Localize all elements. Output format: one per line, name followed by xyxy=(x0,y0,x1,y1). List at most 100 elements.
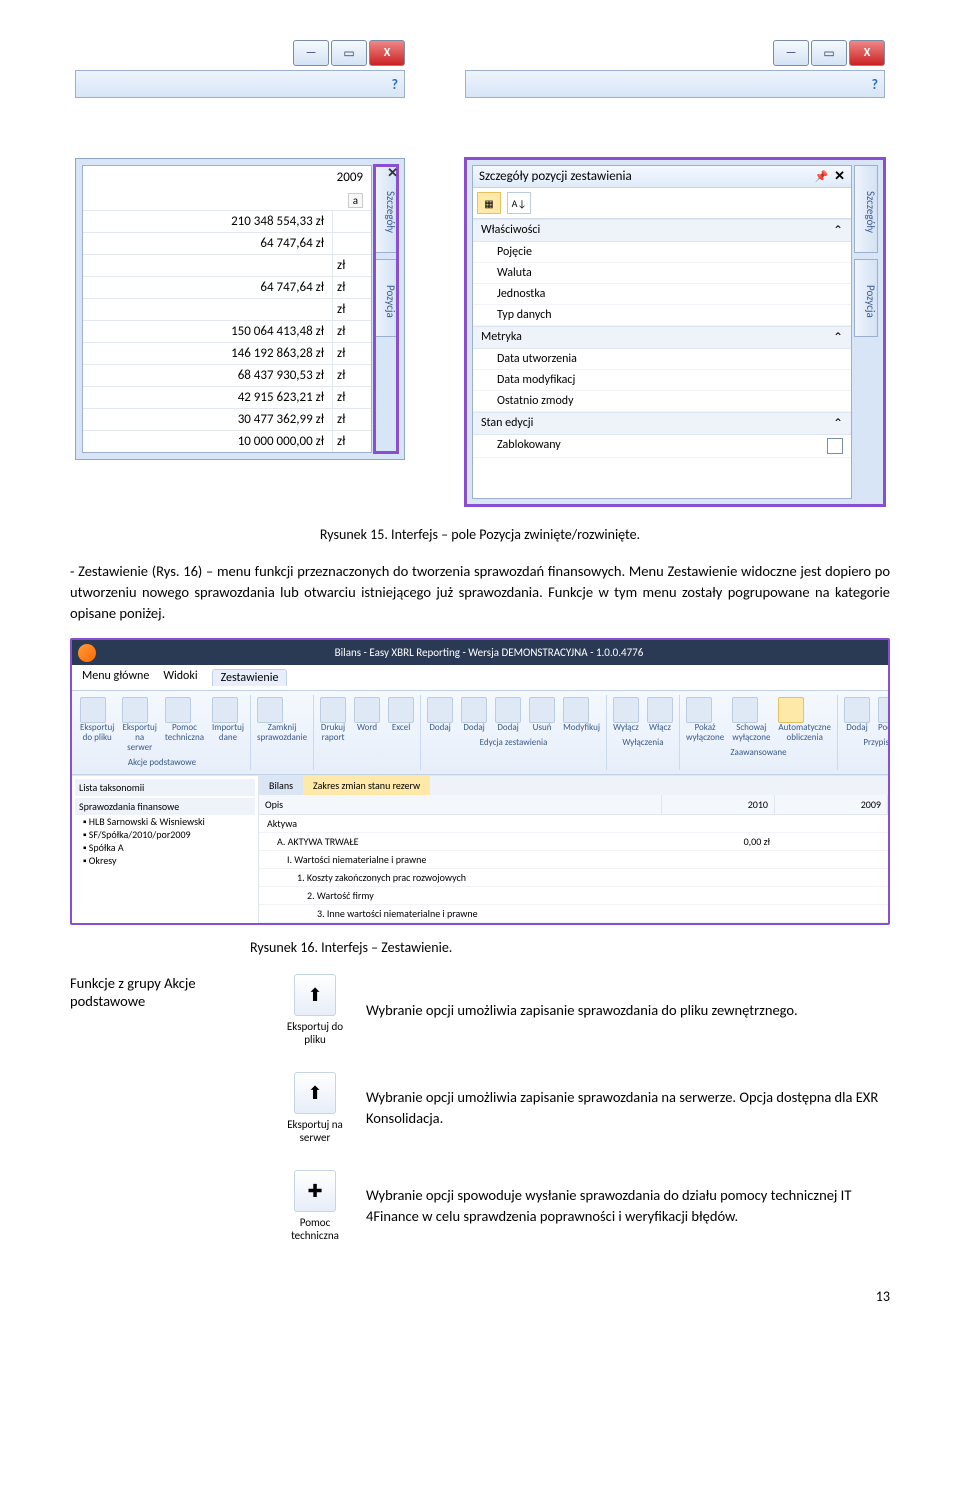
figure-caption-15: Rysunek 15. Interfejs – pole Pozycja zwi… xyxy=(70,526,890,543)
table-row: 10 000 000,00 złzł xyxy=(83,430,371,452)
function-icon[interactable]: ✚Pomoc techniczna xyxy=(280,1170,350,1242)
col-opis: Opis xyxy=(259,795,662,814)
maximize-icon[interactable]: ▭ xyxy=(331,40,367,66)
ribbon-button[interactable] xyxy=(647,697,673,723)
ribbon-button[interactable] xyxy=(778,697,804,723)
categorized-icon[interactable]: ▦ xyxy=(477,192,501,214)
grid-row[interactable]: Aktywa xyxy=(259,815,888,833)
property-item[interactable]: Data utworzenia xyxy=(473,349,851,370)
property-group[interactable]: Stan edycji⌃ xyxy=(473,412,851,435)
minimize-icon[interactable]: — xyxy=(773,40,809,66)
grid-row[interactable]: A. AKTYWA TRWAŁE0,00 zł xyxy=(259,833,888,851)
ribbon-button[interactable] xyxy=(122,697,148,723)
table-row: 42 915 623,21 złzł xyxy=(83,386,371,408)
property-group[interactable]: Metryka⌃ xyxy=(473,326,851,349)
tree-item[interactable]: ▪ Spółka A xyxy=(83,841,255,854)
side-taxonomy: Lista taksonomii Sprawozdania finansowe … xyxy=(72,776,259,923)
function-item: ✚Pomoc techniczna Wybranie opcji spowoduj… xyxy=(280,1170,890,1242)
table-row: zł xyxy=(83,254,371,276)
property-item[interactable]: Jednostka xyxy=(473,284,851,305)
pin-icon[interactable]: 📌 xyxy=(815,170,829,183)
ribbon-button[interactable] xyxy=(563,697,589,723)
property-item[interactable]: Pojęcie xyxy=(473,242,851,263)
grid-tab-bilans[interactable]: Bilans xyxy=(259,776,303,795)
property-item[interactable]: Ostatnio zmody xyxy=(473,391,851,412)
close-icon[interactable]: ✕ xyxy=(834,169,845,184)
help-icon[interactable]: ? xyxy=(392,76,399,93)
panel-close-icon[interactable]: ✕ xyxy=(387,165,398,181)
ribbon-button[interactable] xyxy=(320,697,346,723)
function-icon[interactable]: ⬆Eksportuj do pliku xyxy=(280,974,350,1046)
col-2010: 2010 xyxy=(662,795,775,814)
property-item[interactable]: Zablokowany xyxy=(473,435,851,458)
checkbox[interactable] xyxy=(827,438,843,454)
app-logo-icon[interactable] xyxy=(78,644,96,662)
close-icon[interactable]: X xyxy=(849,40,885,66)
ribbon-group: Zamknijsprawozdanie xyxy=(251,695,314,770)
grid-row[interactable]: 2. Wartość firmy xyxy=(259,887,888,905)
ribbon-button[interactable] xyxy=(165,697,191,723)
property-item[interactable]: Typ danych xyxy=(473,305,851,326)
table-row: 30 477 362,99 złzł xyxy=(83,408,371,430)
function-description: Wybranie opcji umożliwia zapisanie spraw… xyxy=(366,1000,890,1020)
ribbon-button[interactable] xyxy=(427,697,453,723)
side-tab-pozycja[interactable]: Pozycja xyxy=(374,259,398,337)
properties-title: Szczegóły pozycji zestawienia 📌 ✕ xyxy=(473,166,851,188)
maximize-icon[interactable]: ▭ xyxy=(811,40,847,66)
table-row: 150 064 413,48 złzł xyxy=(83,320,371,342)
ribbon-button[interactable] xyxy=(461,697,487,723)
function-item: ⬆Eksportuj na serwerWybranie opcji umożl… xyxy=(280,1072,890,1144)
ribbon-button[interactable] xyxy=(388,697,414,723)
ribbon-button[interactable] xyxy=(844,697,870,723)
tab-widoki[interactable]: Widoki xyxy=(163,669,197,686)
tree-item[interactable]: ▪ SF/Spółka/2010/por2009 xyxy=(83,828,255,841)
grid-row[interactable]: I. Wartości niematerialne i prawne xyxy=(259,851,888,869)
page-number: 13 xyxy=(70,1288,890,1305)
help-bar: ? xyxy=(75,70,405,98)
close-icon[interactable]: X xyxy=(369,40,405,66)
grid-tab-zakres[interactable]: Zakres zmian stanu rezerw xyxy=(303,776,430,795)
app-title: Bilans - Easy XBRL Reporting - Wersja DE… xyxy=(96,642,882,663)
ribbon-button[interactable] xyxy=(686,697,712,723)
ribbon-button[interactable] xyxy=(354,697,380,723)
screenshot-right: — ▭ X ? Szczegóły pozycji zestawienia 📌 … xyxy=(465,40,885,506)
property-item[interactable]: Waluta xyxy=(473,263,851,284)
ribbon-button[interactable] xyxy=(212,697,238,723)
properties-panel: Szczegóły pozycji zestawienia 📌 ✕ ▦ A↓ W… xyxy=(472,165,852,499)
screenshot-ribbon: Bilans - Easy XBRL Reporting - Wersja DE… xyxy=(70,638,890,925)
grid-row[interactable]: 3. Inne wartości niematerialne i prawne xyxy=(259,905,888,923)
screenshot-left: — ▭ X ? 2009 a 210 348 554,33 zł 64 747,6… xyxy=(75,40,405,506)
help-icon[interactable]: ? xyxy=(872,76,879,93)
ribbon-button[interactable] xyxy=(732,697,758,723)
sort-icon[interactable]: A↓ xyxy=(507,192,531,214)
ribbon-button[interactable] xyxy=(257,697,283,723)
tree-item[interactable]: ▪ HLB Sarnowski & Wisniewski xyxy=(83,815,255,828)
ribbon-group: Eksportujdo plikuEksportujna serwerPomoc… xyxy=(74,695,251,770)
side-tab-pozycja[interactable]: Pozycja xyxy=(854,259,878,337)
ribbon-button[interactable] xyxy=(529,697,555,723)
column-header: 2009 xyxy=(83,166,371,189)
ribbon-group: DodajDodajDodajUsuńModyfikujEdycja zesta… xyxy=(421,695,607,770)
property-item[interactable]: Data modyfikacj xyxy=(473,370,851,391)
col-2009: 2009 xyxy=(775,795,888,814)
function-item: ⬆Eksportuj do pliku Wybranie opcji umożli… xyxy=(280,974,890,1046)
tab-zestawienie[interactable]: Zestawienie xyxy=(212,669,288,686)
minimize-icon[interactable]: — xyxy=(293,40,329,66)
ribbon-button[interactable] xyxy=(878,697,888,723)
top-screenshots: — ▭ X ? 2009 a 210 348 554,33 zł 64 747,6… xyxy=(70,40,890,506)
function-icon[interactable]: ⬆Eksportuj na serwer xyxy=(280,1072,350,1144)
table-row: 64 747,64 złzł xyxy=(83,276,371,298)
ribbon-button[interactable] xyxy=(80,697,106,723)
badge-a: a xyxy=(83,189,371,210)
ribbon-button[interactable] xyxy=(495,697,521,723)
function-description: Wybranie opcji spowoduje wysłanie sprawo… xyxy=(366,1185,890,1226)
tree-item[interactable]: ▪ Okresy xyxy=(83,854,255,867)
tab-menu-glowne[interactable]: Menu główne xyxy=(82,669,149,686)
grid-row[interactable]: 1. Koszty zakończonych prac rozwojowych xyxy=(259,869,888,887)
ribbon-button[interactable] xyxy=(613,697,639,723)
paragraph: - Zestawienie (Rys. 16) – menu funkcji p… xyxy=(70,561,890,624)
table-row: 210 348 554,33 zł xyxy=(83,210,371,232)
property-group[interactable]: Właściwości⌃ xyxy=(473,219,851,242)
side-tab-szczegoly[interactable]: Szczegóły xyxy=(854,165,878,253)
help-bar: ? xyxy=(465,70,885,98)
